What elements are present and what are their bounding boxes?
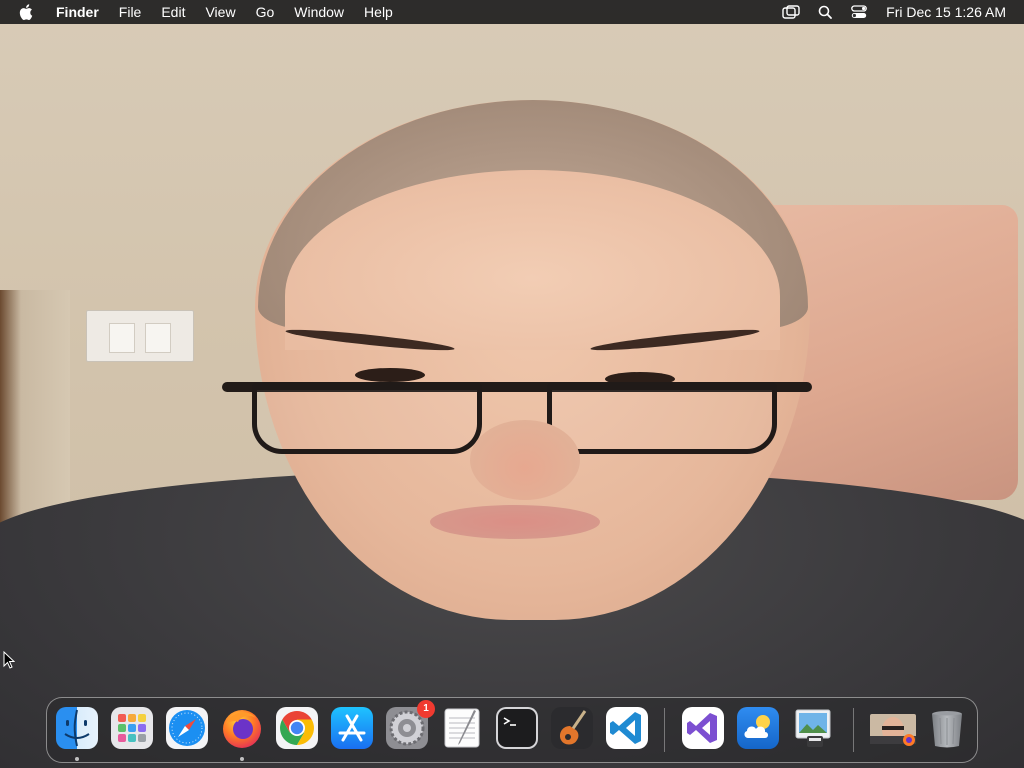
dock-vscode[interactable] — [605, 706, 649, 750]
dock: 1 — [46, 697, 978, 763]
dock-launchpad[interactable] — [110, 706, 154, 750]
desktop-wallpaper — [0, 0, 1024, 768]
menu-help[interactable]: Help — [354, 0, 403, 24]
screen-mirroring-icon[interactable] — [781, 4, 801, 20]
lips — [430, 505, 600, 539]
dock-system-settings[interactable]: 1 — [385, 700, 435, 750]
notification-badge: 1 — [417, 700, 435, 718]
nose — [470, 420, 580, 500]
dock-weather[interactable] — [736, 706, 780, 750]
search-icon[interactable] — [815, 4, 835, 20]
dock-preview[interactable] — [791, 706, 835, 750]
launchpad-icon — [111, 707, 153, 749]
finder-icon — [56, 707, 98, 749]
menu-bar: Finder File Edit View Go Window Help Fri… — [0, 0, 1024, 24]
menu-file[interactable]: File — [109, 0, 152, 24]
running-indicator — [75, 757, 79, 761]
vscode-icon — [606, 707, 648, 749]
terminal-icon — [496, 707, 538, 749]
light-switch-plate — [86, 310, 194, 362]
garageband-icon — [551, 707, 593, 749]
dock-separator — [853, 708, 854, 752]
trash-icon — [932, 711, 962, 748]
dock-terminal[interactable] — [495, 706, 539, 750]
textedit-icon — [444, 708, 480, 748]
dock-textedit[interactable] — [440, 706, 484, 750]
menu-bar-clock[interactable]: Fri Dec 15 1:26 AM — [886, 4, 1006, 20]
menu-go[interactable]: Go — [246, 0, 285, 24]
chrome-icon — [276, 707, 318, 749]
menu-edit[interactable]: Edit — [151, 0, 195, 24]
mouse-cursor-icon — [3, 651, 15, 669]
firefox-icon — [223, 710, 261, 748]
visual-studio-icon — [682, 707, 724, 749]
app-store-icon — [331, 707, 373, 749]
dock-firefox[interactable] — [220, 706, 264, 761]
menu-view[interactable]: View — [195, 0, 245, 24]
dock-chrome[interactable] — [275, 706, 319, 750]
dock-trash[interactable] — [925, 706, 969, 750]
dock-garageband[interactable] — [550, 706, 594, 750]
dock-finder[interactable] — [55, 706, 99, 761]
apple-icon[interactable] — [18, 4, 34, 20]
dock-separator — [664, 708, 665, 752]
control-center-icon[interactable] — [849, 4, 869, 20]
menu-window[interactable]: Window — [284, 0, 354, 24]
dock-minimized-window[interactable] — [869, 706, 916, 750]
running-indicator — [240, 757, 244, 761]
safari-icon — [166, 707, 208, 749]
weather-icon — [737, 707, 779, 749]
dock-app-store[interactable] — [330, 706, 374, 750]
menu-app-name[interactable]: Finder — [46, 0, 109, 24]
preview-icon — [795, 709, 831, 747]
minimized-window-thumbnail — [870, 714, 916, 746]
dock-safari[interactable] — [165, 706, 209, 750]
dock-visual-studio[interactable] — [681, 706, 725, 750]
